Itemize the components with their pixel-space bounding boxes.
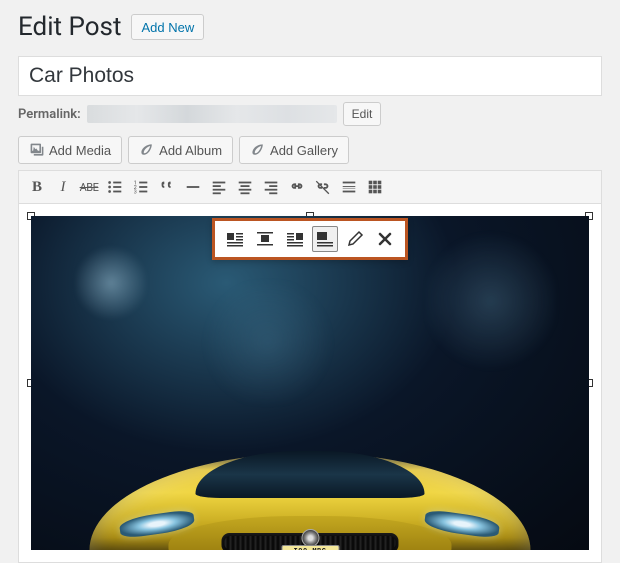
align-left-button[interactable] (207, 175, 231, 199)
blockquote-button[interactable] (155, 175, 179, 199)
license-plate: I90 MBC (281, 545, 339, 550)
italic-button[interactable]: I (51, 175, 75, 199)
leaf-icon (139, 142, 155, 158)
link-button[interactable] (285, 175, 309, 199)
image-toolbar (212, 218, 408, 260)
selected-image[interactable]: I90 MBC (31, 216, 589, 550)
add-media-button[interactable]: Add Media (18, 136, 122, 164)
bullet-list-button[interactable] (103, 175, 127, 199)
img-remove-button[interactable] (372, 226, 398, 252)
strikethrough-button[interactable]: ABE (77, 175, 101, 199)
svg-text:3: 3 (134, 189, 137, 195)
permalink-label: Permalink: (18, 107, 81, 122)
add-new-button[interactable]: Add New (131, 14, 204, 40)
permalink-slug[interactable] (87, 105, 337, 123)
permalink-edit-button[interactable]: Edit (343, 102, 382, 126)
img-edit-button[interactable] (342, 226, 368, 252)
post-title-input[interactable] (18, 56, 602, 96)
hr-button[interactable] (181, 175, 205, 199)
img-align-center-button[interactable] (252, 226, 278, 252)
permalink-row: Permalink: Edit (18, 102, 602, 126)
align-right-button[interactable] (259, 175, 283, 199)
editor-toolbar: B I ABE 123 (18, 170, 602, 203)
numbered-list-button[interactable]: 123 (129, 175, 153, 199)
img-align-left-button[interactable] (222, 226, 248, 252)
editor-content[interactable]: I90 MBC (18, 203, 602, 563)
page-title: Edit Post (18, 12, 121, 42)
img-align-right-button[interactable] (282, 226, 308, 252)
read-more-button[interactable] (337, 175, 361, 199)
bold-button[interactable]: B (25, 175, 49, 199)
align-center-button[interactable] (233, 175, 257, 199)
car-image: I90 MBC (31, 216, 589, 550)
media-icon (29, 142, 45, 158)
img-align-none-button[interactable] (312, 226, 338, 252)
add-gallery-button[interactable]: Add Gallery (239, 136, 349, 164)
unlink-button[interactable] (311, 175, 335, 199)
leaf-icon (250, 142, 266, 158)
toolbar-toggle-button[interactable] (363, 175, 387, 199)
add-album-button[interactable]: Add Album (128, 136, 233, 164)
